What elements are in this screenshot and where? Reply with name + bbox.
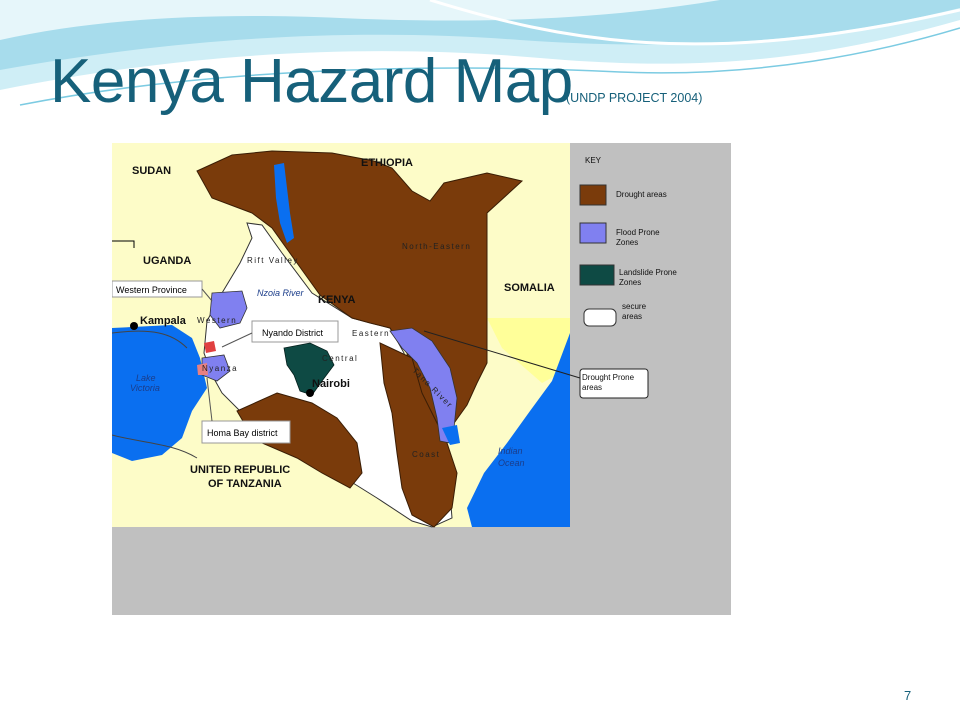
nairobi-marker bbox=[306, 389, 314, 397]
province-central: Central bbox=[322, 354, 358, 363]
country-label-somalia: SOMALIA bbox=[504, 282, 555, 294]
province-coast: Coast bbox=[412, 450, 440, 459]
province-north-eastern: North-Eastern bbox=[402, 242, 471, 251]
province-eastern: Eastern bbox=[352, 329, 390, 338]
country-label-tanzania-line2: OF TANZANIA bbox=[208, 478, 282, 490]
city-label-nairobi: Nairobi bbox=[312, 378, 350, 390]
city-label-kampala: Kampala bbox=[140, 315, 187, 327]
legend-label-landslide-line2: Zones bbox=[619, 278, 641, 287]
page-number: 7 bbox=[904, 688, 912, 703]
legend-swatch-flood bbox=[579, 222, 607, 244]
legend-label-landslide-line1: Landslide Prone bbox=[619, 268, 677, 277]
callout-drought-prone-line1: Drought Prone bbox=[582, 373, 635, 382]
slide-subtitle: (UNDP PROJECT 2004) bbox=[566, 91, 703, 105]
callout-homa-bay-district-text: Homa Bay district bbox=[207, 428, 278, 438]
hazard-map: SUDAN ETHIOPIA UGANDA SOMALIA KENYA UNIT… bbox=[112, 143, 731, 615]
legend-swatch-secure bbox=[583, 308, 617, 327]
nzoia-river-label: Nzoia River bbox=[257, 288, 305, 298]
province-rift-valley: Rift Valley bbox=[247, 256, 299, 265]
legend-label-secure-line1: secure bbox=[622, 302, 647, 311]
indian-ocean-label-line1: Indian bbox=[498, 446, 523, 456]
kampala-marker bbox=[130, 322, 138, 330]
legend-title: KEY bbox=[585, 156, 602, 165]
country-label-ethiopia: ETHIOPIA bbox=[361, 157, 413, 169]
lake-victoria-label-line1: Lake bbox=[136, 373, 156, 383]
lake-victoria-label-line2: Victoria bbox=[130, 383, 160, 393]
hazard-map-canvas: SUDAN ETHIOPIA UGANDA SOMALIA KENYA UNIT… bbox=[112, 143, 731, 615]
province-nyanza: Nyanza bbox=[202, 364, 238, 373]
legend-label-flood-line2: Zones bbox=[616, 238, 638, 247]
country-label-tanzania-line1: UNITED REPUBLIC bbox=[190, 464, 290, 476]
legend-label-flood-line1: Flood Prone bbox=[616, 228, 660, 237]
nyando-patch bbox=[204, 341, 216, 353]
province-western: Western bbox=[197, 316, 237, 325]
callout-nyando-district-text: Nyando District bbox=[262, 328, 324, 338]
indian-ocean-label-line2: Ocean bbox=[498, 458, 525, 468]
legend-swatch-landslide bbox=[579, 264, 615, 286]
callout-western-province-text: Western Province bbox=[116, 285, 187, 295]
legend-label-drought: Drought areas bbox=[616, 190, 667, 199]
legend-swatch-drought bbox=[579, 184, 607, 206]
legend-label-secure-line2: areas bbox=[622, 312, 642, 321]
country-label-sudan: SUDAN bbox=[132, 165, 171, 177]
callout-drought-prone-line2: areas bbox=[582, 383, 602, 392]
slide-title: Kenya Hazard Map bbox=[50, 47, 573, 116]
country-label-uganda: UGANDA bbox=[143, 255, 191, 267]
country-label-kenya: KENYA bbox=[318, 294, 356, 306]
